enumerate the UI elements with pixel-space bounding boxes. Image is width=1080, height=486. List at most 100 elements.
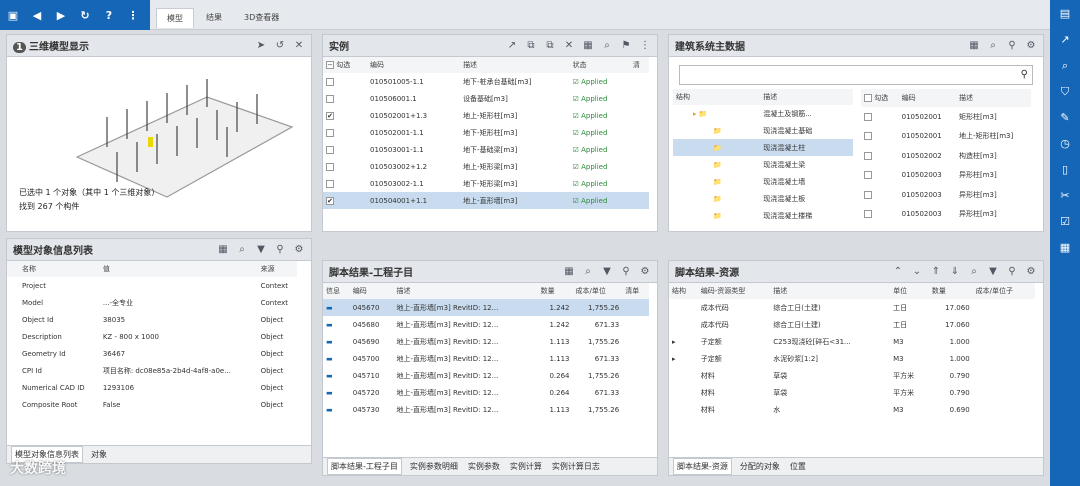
row-checkbox[interactable]: ✔ (326, 196, 334, 205)
list-item[interactable]: 010502003 异形柱[m3] (861, 204, 1031, 224)
table-row[interactable]: CPI Id 项目名称: dc08e85a-2b4d-4af8-a0e... Obj… (7, 362, 297, 379)
select-all-checkbox[interactable] (864, 94, 872, 103)
list-item[interactable]: 010502001 矩形柱[m3] (861, 107, 1031, 126)
document-icon[interactable]: ▯ (1062, 162, 1068, 178)
search-icon[interactable]: ⚲ (1006, 266, 1018, 277)
refresh-icon[interactable]: ↻ (78, 9, 92, 22)
share-icon[interactable]: ↗ (1060, 32, 1069, 48)
table-row[interactable]: ✔ 010504001+1.1 地上-直形墙[m3] ☑ Applied (323, 192, 649, 209)
tools-icon[interactable]: ✂ (1060, 188, 1069, 204)
table-row[interactable]: 010506001.1 设备基础[m3] ☑ Applied (323, 90, 649, 107)
tab-script-resources[interactable]: 脚本结果-资源 (673, 458, 732, 475)
search-icon[interactable]: ⌕ (1062, 58, 1068, 74)
table-row[interactable]: 010501005-1.1 地下-桩承台基础[m3] ☑ Applied (323, 73, 649, 90)
row-checkbox[interactable] (326, 179, 334, 188)
table-row[interactable]: ▬ 045690 地上-直形墙[m3] RevitID: 12... 1.113 1,7… (323, 333, 649, 350)
zoom-icon[interactable]: ⌕ (236, 244, 248, 255)
tab-script-items[interactable]: 脚本结果-工程子目 (327, 458, 402, 475)
delete-icon[interactable]: ✕ (563, 40, 575, 51)
row-checkbox[interactable]: ✔ (326, 111, 334, 120)
tree-item[interactable]: 📁 现浇混凝土梁 (673, 156, 853, 173)
more-icon[interactable]: ⋮ (639, 40, 651, 51)
paste-icon[interactable]: ⧉ (544, 40, 556, 51)
tab-instance-params-detail[interactable]: 实例参数明细 (408, 461, 460, 472)
list-item[interactable]: 010502003 异形柱[m3] (861, 166, 1031, 185)
filter-icon[interactable]: ▼ (601, 266, 613, 277)
table-row[interactable]: Numerical CAD ID 1293106 Object (7, 379, 297, 396)
table-icon[interactable]: ▦ (217, 244, 229, 255)
search-icon[interactable]: ⚲ (620, 266, 632, 277)
search-icon[interactable]: ⚲ (274, 244, 286, 255)
collapse-icon[interactable]: ⌃ (892, 266, 904, 277)
row-checkbox[interactable] (864, 113, 872, 122)
layers-icon[interactable]: ▤ (1060, 6, 1070, 22)
rotate-icon[interactable]: ↺ (274, 40, 286, 51)
back-icon[interactable]: ◀ (30, 9, 44, 22)
search-icon[interactable]: ⚲ (1006, 40, 1018, 51)
table-row[interactable]: Model ...-全专业 Context (7, 294, 297, 311)
gear-icon[interactable]: ⚙ (1025, 40, 1037, 51)
check-icon[interactable]: ☑ (1060, 214, 1070, 230)
row-checkbox[interactable] (864, 151, 872, 160)
tab-model[interactable]: 模型 (156, 8, 194, 28)
gear-icon[interactable]: ⚙ (293, 244, 305, 255)
tab-results[interactable]: 结果 (196, 8, 232, 28)
list-item[interactable]: 010502002 构造柱[m3] (861, 146, 1031, 165)
select-all-checkbox[interactable]: − (326, 61, 334, 69)
row-checkbox[interactable] (326, 145, 334, 154)
table-row[interactable]: ▬ 045710 地上-直形墙[m3] RevitID: 12... 0.264 1,7… (323, 367, 649, 384)
zoom-icon[interactable]: ⌕ (601, 40, 613, 51)
table-row[interactable]: 材料 草袋 平方米 0.790 (669, 367, 1035, 384)
tab-assigned-objects[interactable]: 分配的对象 (738, 461, 782, 472)
expand-icon[interactable]: ⌄ (911, 266, 923, 277)
table-row[interactable]: Project Context (7, 277, 297, 294)
zoom-icon[interactable]: ⌕ (968, 266, 980, 277)
table-row[interactable]: 成本代码 综合工日(土建) 工日 17.060 (669, 299, 1035, 316)
tree-item[interactable]: 📁 现浇混凝土板 (673, 190, 853, 207)
row-checkbox[interactable] (326, 128, 334, 137)
row-checkbox[interactable] (326, 77, 334, 86)
tree-item[interactable]: 📁 现浇混凝土墙 (673, 173, 853, 190)
list-item[interactable]: 010502003 异形柱[m3] (861, 185, 1031, 204)
filter-icon[interactable]: ⛉ (1061, 84, 1069, 100)
table-row[interactable]: ▬ 045730 地上-直形墙[m3] RevitID: 12... 1.113 1,7… (323, 401, 649, 418)
table-row[interactable]: 010502001-1.1 地下-矩形柱[m3] ☑ Applied (323, 124, 649, 141)
table-row[interactable]: ▬ 045670 地上-直形墙[m3] RevitID: 12... 1.242 1,7… (323, 299, 649, 316)
share-icon[interactable]: ↗ (506, 40, 518, 51)
table-icon[interactable]: ▦ (582, 40, 594, 51)
tree-item[interactable]: ▸ 📁 混凝土及钢筋... (673, 105, 853, 122)
tree-item[interactable]: 📁 现浇混凝土柱 (673, 139, 853, 156)
tree-item[interactable]: 📁 现浇混凝土楼梯 (673, 207, 853, 224)
table-row[interactable]: Object Id 38035 Object (7, 311, 297, 328)
copy-icon[interactable]: ⧉ (525, 40, 537, 51)
table-row[interactable]: Geometry Id 36467 Object (7, 345, 297, 362)
edit-icon[interactable]: ✎ (1060, 110, 1069, 126)
table-row[interactable]: ▸ 子定额 C253现浇砼[碎石<31... M3 1.000 (669, 333, 1035, 350)
grid-icon[interactable]: ▦ (1060, 240, 1070, 256)
gear-icon[interactable]: ⚙ (1025, 266, 1037, 277)
table-icon[interactable]: ▦ (968, 40, 980, 51)
row-checkbox[interactable] (864, 132, 872, 141)
row-checkbox[interactable] (326, 162, 334, 171)
table-row[interactable]: ▬ 045680 地上-直形墙[m3] RevitID: 12... 1.242 671… (323, 316, 649, 333)
table-row[interactable]: Description KZ - 800 x 1000 Object (7, 328, 297, 345)
clear-icon[interactable]: ✕ (293, 40, 305, 51)
filter-icon[interactable]: ▼ (255, 244, 267, 255)
table-row[interactable]: ▬ 045700 地上-直形墙[m3] RevitID: 12... 1.113 671… (323, 350, 649, 367)
forward-icon[interactable]: ▶ (54, 9, 68, 22)
table-row[interactable]: 010503001-1.1 地下-基础梁[m3] ☑ Applied (323, 141, 649, 158)
filter-icon[interactable]: ▼ (987, 266, 999, 277)
3d-model-viewport[interactable] (7, 57, 312, 207)
row-checkbox[interactable] (864, 210, 872, 219)
table-row[interactable]: 材料 水 M3 0.690 (669, 401, 1035, 418)
table-icon[interactable]: ▦ (563, 266, 575, 277)
row-checkbox[interactable] (326, 94, 334, 103)
expand-all-icon[interactable]: ⇓ (949, 266, 961, 277)
table-row[interactable]: 010503002-1.1 地下-矩形梁[m3] ☑ Applied (323, 175, 649, 192)
tree-item[interactable]: 📁 现浇混凝土基础 (673, 122, 853, 139)
table-row[interactable]: ✔ 010502001+1.3 地上-矩形柱[m3] ☑ Applied (323, 107, 649, 124)
list-item[interactable]: 010502001 地上-矩形柱[m3] (861, 127, 1031, 146)
table-row[interactable]: 成本代码 综合工日(土建) 工日 17.060 (669, 316, 1035, 333)
tab-location[interactable]: 位置 (788, 461, 808, 472)
table-row[interactable]: Composite Root False Object (7, 396, 297, 413)
